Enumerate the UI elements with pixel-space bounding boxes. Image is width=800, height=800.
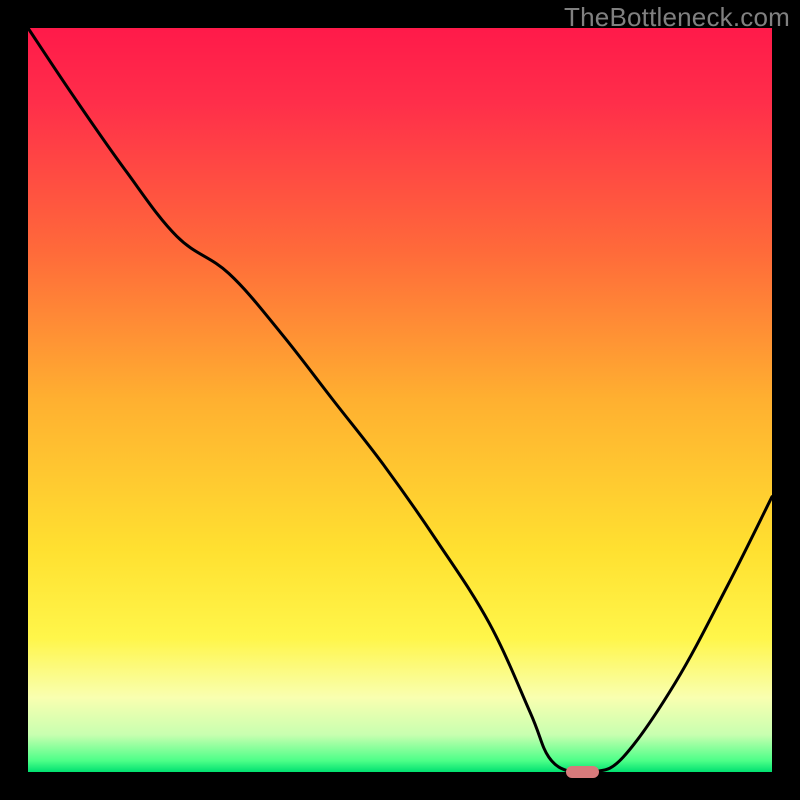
chart-svg [0,0,800,800]
chart-frame: TheBottleneck.com [0,0,800,800]
gradient-background [28,28,772,772]
optimal-point-marker [566,766,599,779]
watermark-text: TheBottleneck.com [564,2,790,33]
